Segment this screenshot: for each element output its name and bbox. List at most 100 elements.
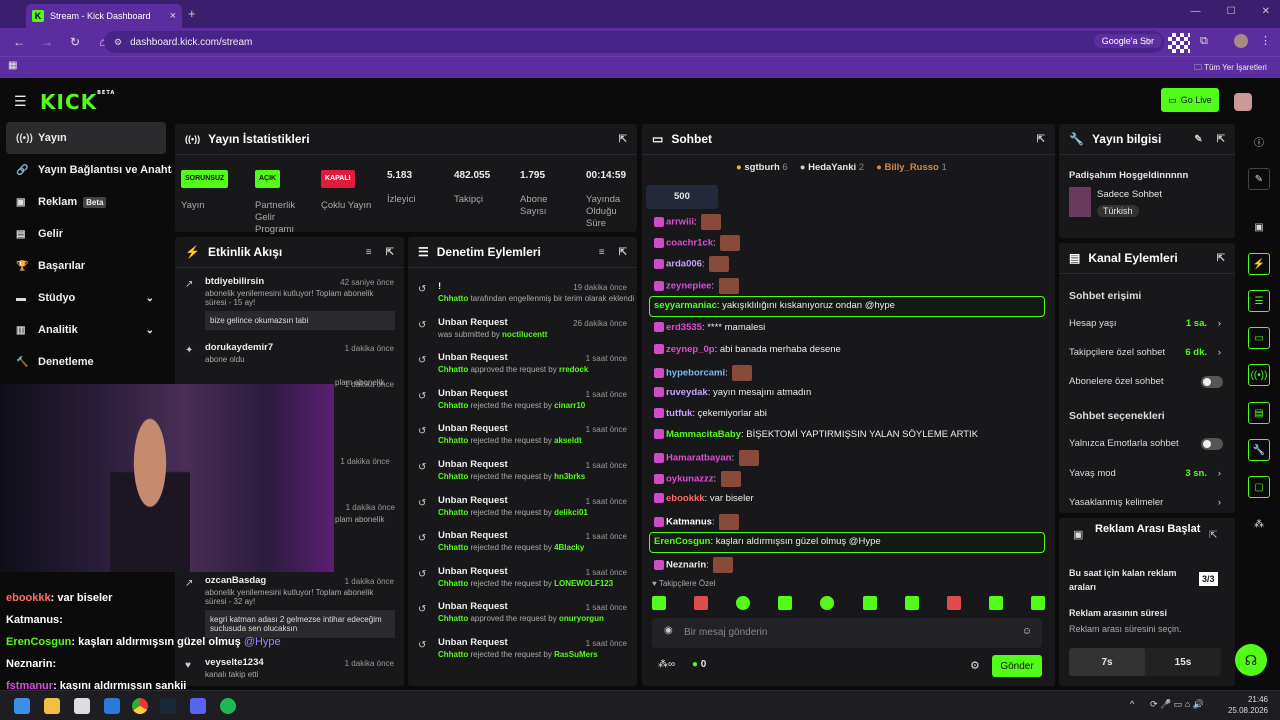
close-window-icon[interactable]: ✕ [1262,6,1270,17]
emote-icon[interactable] [862,596,877,610]
info-icon[interactable]: ⓘ [1248,130,1270,152]
apps-grid-icon[interactable]: ▦ [8,60,17,71]
chat-username[interactable]: arda006 [666,259,702,270]
chat-settings-icon[interactable]: ⚙ [970,659,980,672]
ad-duration-7s[interactable]: 7s [1069,648,1145,676]
chat-username[interactable]: ruveydak [666,387,708,398]
discord-icon[interactable] [190,698,206,714]
chrome-icon[interactable] [132,698,148,714]
stream-icon[interactable]: ((•)) [1248,364,1270,386]
windows-start-icon[interactable] [14,698,30,714]
sidebar-item-stream-key[interactable]: 🔗 Yayın Bağlantısı ve Anahtar [0,154,172,186]
reload-icon[interactable]: ↻ [66,35,84,49]
steam-icon[interactable] [160,698,176,714]
banned-words-row[interactable]: Yasaklanmış kelimeler › [1069,497,1225,508]
chat-username[interactable]: oykunazzz [666,474,714,485]
moderation-item[interactable]: ↺ Unban Request 1 saat önce Chhatto rejecte… [408,459,637,481]
moderation-item[interactable]: ↺ Unban Request 1 saat önce Chhatto rejecte… [408,388,637,410]
profile-avatar[interactable] [1234,34,1248,48]
new-tab-button[interactable]: + [188,6,196,21]
back-icon[interactable]: ← [10,35,28,49]
ad-icon[interactable]: ▣ [1248,216,1270,238]
slow-mode-row[interactable]: Yavaş mod 3 sn. › [1069,468,1225,479]
sidebar-item-revenue[interactable]: ▤ Gelir [0,218,172,250]
emote-icon[interactable] [904,596,919,610]
menu-dots-icon[interactable]: ⋮ [1260,34,1271,47]
chat-username[interactable]: tutfuk [666,408,692,419]
moderation-item[interactable]: ↺ Unban Request 26 dakika önce was submitt… [408,317,637,339]
forward-icon[interactable]: → [38,35,56,49]
minimize-icon[interactable]: — [1191,6,1201,17]
moderation-item[interactable]: ↺ Unban Request 1 saat önce Chhatto approve… [408,601,637,623]
list-icon[interactable]: ☰ [1248,290,1270,312]
bolt-icon[interactable]: ⚡ [1248,253,1270,275]
chat-username[interactable]: zeynep_0p [666,344,715,355]
points-icon[interactable]: ⁂∞ [658,659,675,670]
file-explorer-icon[interactable] [44,698,60,714]
chat-username[interactable]: zeynepiee [666,281,711,292]
user-avatar[interactable] [1234,93,1252,111]
sidebar-item-studio[interactable]: ▬ Stüdyo ⌄ [0,282,172,314]
popout-icon[interactable]: ⇱ [1217,134,1225,145]
gifter-1[interactable]: ● sgtburh 6 [736,162,788,173]
emote-icon[interactable] [694,596,709,610]
chat-username[interactable]: ErenCosgun [654,536,710,547]
subscribers-only-toggle[interactable] [1201,376,1223,388]
browser-tab[interactable]: K Stream - Kick Dashboard × [26,4,182,28]
emote-icon[interactable] [1030,596,1045,610]
chat-username[interactable]: hypeborcami [666,368,725,379]
popout-icon[interactable]: ⇱ [386,247,394,258]
window-icon[interactable]: ▢ [1248,476,1270,498]
sidebar-item-moderation[interactable]: 🔨 Denetleme [0,346,172,378]
spotify-icon[interactable] [220,698,236,714]
url-field[interactable]: ⚙ dashboard.kick.com/stream [104,31,1164,53]
kick-logo[interactable]: KICKBETA [40,90,115,114]
moderation-item[interactable]: ↺ Unban Request 1 saat önce Chhatto rejecte… [408,495,637,517]
shortcuts-icon[interactable]: ⁂ [1248,513,1270,535]
emote-icon[interactable] [778,596,793,610]
sidebar-item-analytics[interactable]: ▥ Analitik ⌄ [0,314,172,346]
moderation-item[interactable]: ↺ Unban Request 1 saat önce Chhatto rejecte… [408,637,637,659]
notepad-icon[interactable] [74,698,90,714]
channel-icon[interactable]: ▤ [1248,402,1270,424]
emote-icon[interactable] [988,596,1003,610]
tray-chevron-icon[interactable]: ^ [1130,699,1134,709]
close-tab-icon[interactable]: × [170,10,176,22]
stream-category[interactable]: Sadece Sohbet [1097,189,1162,200]
clock[interactable]: 21:46 25.08.2026 [1222,694,1268,716]
filter-icon[interactable]: ≡ [599,247,605,258]
chat-username[interactable]: seyyarmaniac [654,300,717,311]
hamburger-menu-icon[interactable]: ☰ [14,93,27,110]
account-age-row[interactable]: Hesap yaşı 1 sa. › [1069,318,1225,329]
chat-username[interactable]: erd3535 [666,322,702,333]
sidebar-item-stream[interactable]: ((•)) Yayın [6,122,166,154]
popout-icon[interactable]: ⇱ [619,134,627,145]
extensions-puzzle-icon[interactable]: ⧉ [1200,35,1208,48]
chat-message-input[interactable]: ◉ Bir mesaj gönderin ☺ [652,618,1042,648]
chat-username[interactable]: arrwiii [666,217,694,228]
edit-pencil-icon[interactable]: ✎ [1194,134,1202,145]
popout-icon[interactable]: ⇱ [619,247,627,258]
moderation-item[interactable]: ↺ Unban Request 1 saat önce Chhatto rejecte… [408,566,637,588]
send-button[interactable]: Gönder [992,655,1042,677]
chat-username[interactable]: coachr1ck [666,238,713,249]
site-info-icon[interactable]: ⚙ [114,37,122,48]
store-icon[interactable] [104,698,120,714]
chat-username[interactable]: Neznarin [666,560,706,571]
pinned-gift-badge[interactable]: 500 [646,185,718,209]
support-headset-icon[interactable]: ☊ [1235,644,1267,676]
moderation-item[interactable]: ↺ Unban Request 1 saat önce Chhatto rejecte… [408,423,637,445]
all-bookmarks-folder[interactable]: 🗀 Tüm Yer İşaretleri [1194,62,1267,76]
sidebar-item-ads[interactable]: ▣ Reklam Beta [0,186,172,218]
emote-icon[interactable] [820,596,835,610]
bookmark-star-icon[interactable]: ☆ [1142,35,1152,48]
go-live-button[interactable]: ▭ Go Live [1161,88,1219,112]
moderation-item[interactable]: ↺ Unban Request 1 saat önce Chhatto rejecte… [408,530,637,552]
chat-username[interactable]: ebookkk [666,493,705,504]
gifter-3[interactable]: ● Billy_Russo 1 [876,162,947,173]
emote-icon[interactable] [652,596,666,610]
extension-icon[interactable] [1168,33,1190,53]
chat-username[interactable]: MammacitaBaby [666,429,741,440]
emote-icon[interactable] [736,596,751,610]
maximize-icon[interactable]: ☐ [1227,6,1236,17]
